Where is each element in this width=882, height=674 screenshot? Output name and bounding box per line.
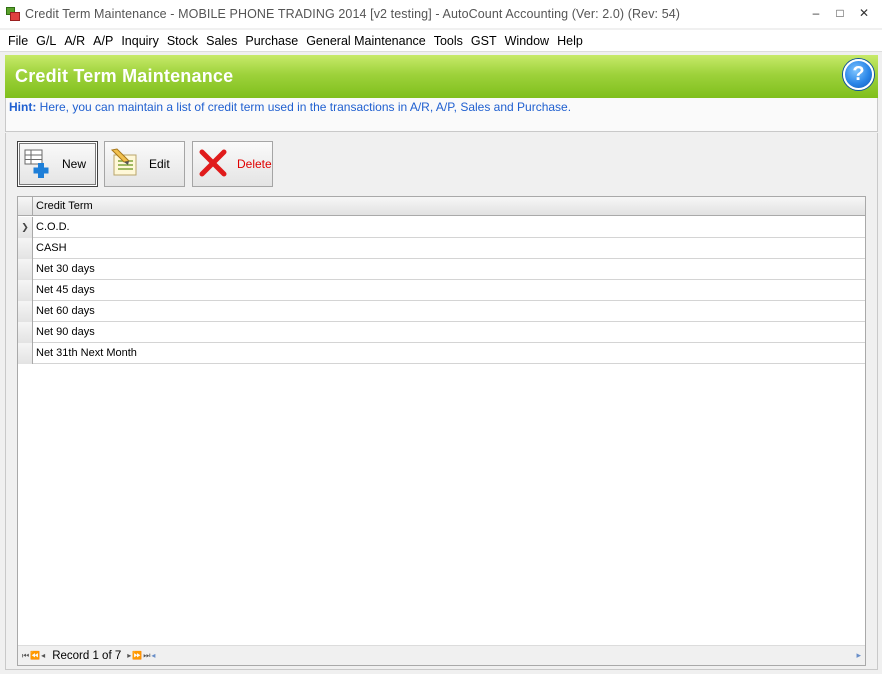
menu-gl[interactable]: G/L xyxy=(32,34,60,48)
scroll-left-icon[interactable]: ◂ xyxy=(151,651,155,660)
page-title: Credit Term Maintenance xyxy=(15,66,234,86)
menu-stock[interactable]: Stock xyxy=(163,34,202,48)
credit-term-cell[interactable]: Net 90 days xyxy=(36,326,95,338)
credit-term-cell[interactable]: C.O.D. xyxy=(36,221,70,233)
row-indicator xyxy=(18,301,33,322)
menu-ap[interactable]: A/P xyxy=(89,34,117,48)
table-row[interactable]: Net 31th Next Month xyxy=(18,343,865,364)
title-bar: Credit Term Maintenance - MOBILE PHONE T… xyxy=(0,0,882,28)
menu-purchase[interactable]: Purchase xyxy=(241,34,302,48)
menu-general-maintenance[interactable]: General Maintenance xyxy=(302,34,430,48)
window-title: Credit Term Maintenance - MOBILE PHONE T… xyxy=(25,7,681,21)
menu-ar[interactable]: A/R xyxy=(60,34,89,48)
menu-sales[interactable]: Sales xyxy=(202,34,241,48)
close-button[interactable]: ✕ xyxy=(852,4,876,22)
app-icon xyxy=(6,7,20,21)
record-position-text: Record 1 of 7 xyxy=(52,649,122,662)
table-row[interactable]: Net 45 days xyxy=(18,280,865,301)
menu-help[interactable]: Help xyxy=(553,34,587,48)
menu-window[interactable]: Window xyxy=(501,34,553,48)
row-indicator xyxy=(18,280,33,301)
menu-inquiry[interactable]: Inquiry xyxy=(117,34,163,48)
hint-panel: Hint: Here, you can maintain a list of c… xyxy=(5,98,878,132)
main-content: New Edit Delete Credit Term ❯ C.O.D. CAS… xyxy=(5,133,878,670)
credit-term-cell[interactable]: Net 45 days xyxy=(36,284,95,296)
new-button[interactable]: New xyxy=(17,141,98,187)
header-indicator-cell xyxy=(18,197,33,216)
delete-x-icon xyxy=(197,147,229,182)
menu-tools[interactable]: Tools xyxy=(430,34,467,48)
maximize-button[interactable]: □ xyxy=(828,4,852,22)
record-navigator: ⏮ ⏪ ◂ Record 1 of 7 ▸ ⏩ ⏭ ◂ ▸ xyxy=(18,645,865,665)
delete-button-label: Delete xyxy=(237,157,272,171)
credit-term-cell[interactable]: CASH xyxy=(36,242,67,254)
previous-record-icon[interactable]: ◂ xyxy=(41,651,45,660)
new-button-label: New xyxy=(62,157,87,171)
current-row-indicator-icon: ❯ xyxy=(18,217,33,238)
credit-term-cell[interactable]: Net 60 days xyxy=(36,305,95,317)
menu-file[interactable]: File xyxy=(4,34,32,48)
row-indicator xyxy=(18,259,33,280)
next-record-icon[interactable]: ▸ xyxy=(127,651,131,660)
credit-term-grid: Credit Term ❯ C.O.D. CASH Net 30 days Ne… xyxy=(17,196,866,666)
edit-button-label: Edit xyxy=(149,157,170,171)
grid-header: Credit Term xyxy=(18,197,865,216)
scroll-right-icon[interactable]: ▸ xyxy=(856,650,861,661)
help-icon[interactable]: ? xyxy=(843,59,874,90)
table-row[interactable]: Net 60 days xyxy=(18,301,865,322)
table-row[interactable]: Net 90 days xyxy=(18,322,865,343)
column-header-credit-term[interactable]: Credit Term xyxy=(36,200,93,212)
row-indicator xyxy=(18,343,33,364)
first-record-icon[interactable]: ⏮ xyxy=(22,651,29,661)
row-indicator xyxy=(18,238,33,259)
edit-pencil-icon xyxy=(109,147,141,182)
minimize-button[interactable]: – xyxy=(804,4,828,22)
last-record-icon[interactable]: ⏭ xyxy=(143,651,150,661)
delete-button[interactable]: Delete xyxy=(192,141,273,187)
hint-label: Hint: xyxy=(9,100,37,114)
new-record-icon xyxy=(22,147,54,182)
hint-text: Here, you can maintain a list of credit … xyxy=(36,100,572,114)
credit-term-cell[interactable]: Net 31th Next Month xyxy=(36,347,137,359)
table-row[interactable]: ❯ C.O.D. xyxy=(18,217,865,238)
menu-gst[interactable]: GST xyxy=(467,34,501,48)
previous-page-icon[interactable]: ⏪ xyxy=(30,651,40,660)
next-page-icon[interactable]: ⏩ xyxy=(132,651,142,660)
page-header: Credit Term Maintenance ? xyxy=(5,55,878,98)
row-indicator xyxy=(18,322,33,343)
menu-bar: File G/L A/R A/P Inquiry Stock Sales Pur… xyxy=(0,30,882,52)
table-row[interactable]: Net 30 days xyxy=(18,259,865,280)
table-row[interactable]: CASH xyxy=(18,238,865,259)
credit-term-cell[interactable]: Net 30 days xyxy=(36,263,95,275)
edit-button[interactable]: Edit xyxy=(104,141,185,187)
